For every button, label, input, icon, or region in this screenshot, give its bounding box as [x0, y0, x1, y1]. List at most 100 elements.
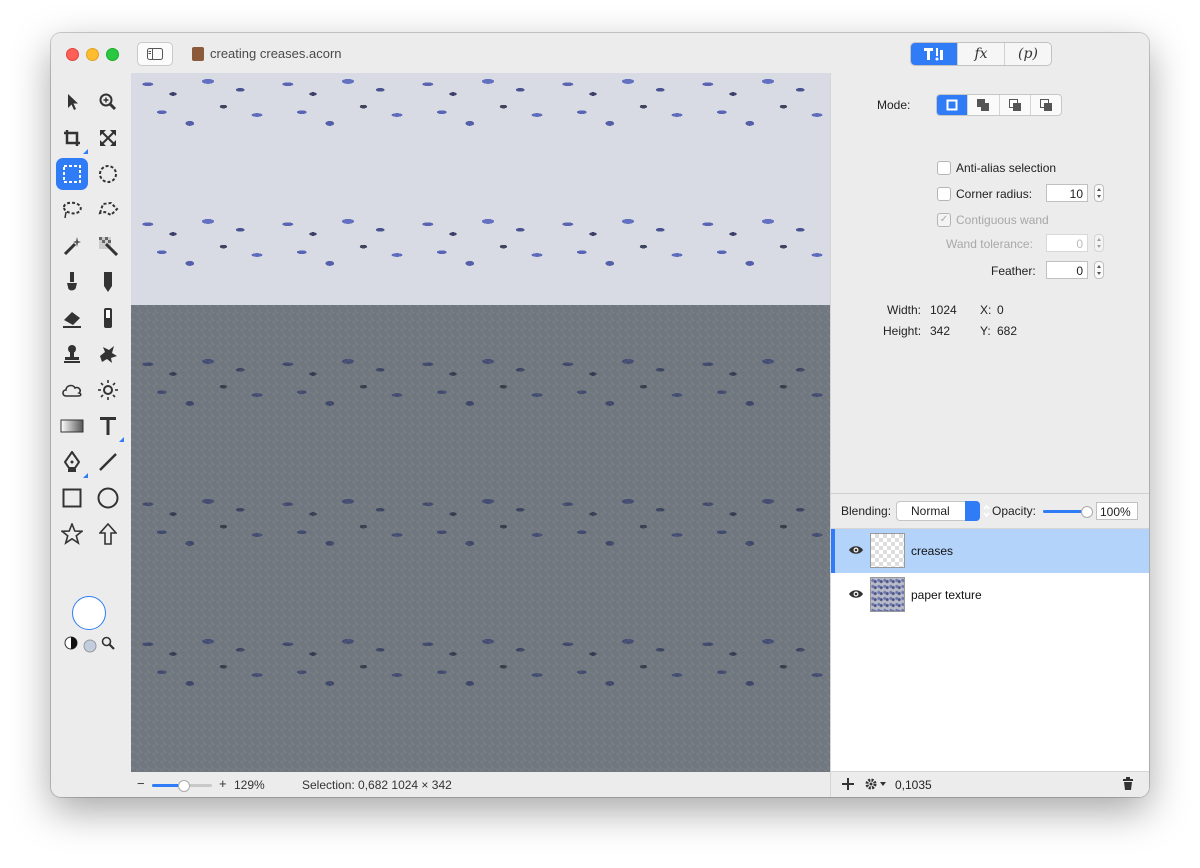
lasso-icon[interactable]	[58, 196, 86, 224]
color-wand-icon[interactable]	[94, 232, 122, 260]
contiguous-wand-checkbox[interactable]: ✓	[937, 213, 951, 227]
wand-tolerance-stepper[interactable]	[1094, 234, 1104, 252]
magic-wand-icon[interactable]	[58, 232, 86, 260]
document-icon	[192, 47, 204, 61]
line-icon[interactable]	[94, 448, 122, 476]
rect-marquee-icon[interactable]	[56, 158, 88, 190]
arrow-shape-icon[interactable]	[94, 520, 122, 548]
height-label: Height:	[883, 324, 922, 338]
color-picker-icon[interactable]	[101, 636, 115, 653]
tool-inspector: Mode: Anti-alias selection Corner radius…	[830, 73, 1149, 493]
antialias-label: Anti-alias selection	[956, 161, 1057, 175]
select-arrow-icon[interactable]	[58, 88, 86, 116]
clone-stamp-icon[interactable]	[58, 340, 86, 368]
text-icon[interactable]	[94, 412, 124, 442]
masked-area-overlay	[131, 305, 830, 772]
zoom-in-button[interactable]: +	[219, 776, 227, 791]
transform-icon[interactable]	[94, 124, 122, 152]
blending-label: Blending:	[841, 504, 892, 518]
foreground-color-swatch[interactable]	[72, 596, 106, 630]
gear-icon[interactable]	[864, 777, 888, 794]
pen-icon[interactable]	[58, 448, 88, 478]
eraser-icon[interactable]	[58, 304, 86, 332]
mode-new-icon[interactable]	[937, 95, 968, 115]
layer-row[interactable]: creases	[831, 529, 1149, 573]
crop-icon[interactable]	[58, 124, 88, 154]
minimize-window-button[interactable]	[86, 48, 99, 61]
x-value: 0	[997, 303, 1004, 317]
opacity-field[interactable]: 100%	[1096, 502, 1138, 520]
smudge-icon[interactable]	[94, 340, 122, 368]
zoom-out-button[interactable]: −	[137, 776, 145, 791]
layers-panel: Blending: Normal Opacity: 100% creases p…	[830, 493, 1149, 797]
pencil-icon[interactable]	[94, 268, 122, 296]
height-value: 342	[930, 324, 951, 338]
mode-label: Mode:	[877, 98, 911, 112]
antialias-checkbox[interactable]	[937, 161, 951, 175]
zoom-window-button[interactable]	[106, 48, 119, 61]
corner-radius-checkbox[interactable]	[937, 187, 951, 201]
mode-subtract-icon[interactable]	[998, 95, 1030, 115]
selection-indicator	[831, 529, 835, 573]
close-window-button[interactable]	[66, 48, 79, 61]
corner-radius-field[interactable]: 10	[1046, 184, 1088, 202]
fill-icon[interactable]	[94, 304, 122, 332]
width-label: Width:	[887, 303, 922, 317]
contiguous-wand-label: Contiguous wand	[956, 213, 1049, 227]
layer-name: paper texture	[911, 588, 982, 602]
y-label: Y:	[980, 324, 991, 338]
blending-select[interactable]: Normal	[896, 501, 990, 521]
cloud-icon[interactable]	[58, 376, 86, 404]
tab-effects[interactable]: fx	[957, 43, 1004, 65]
star-icon[interactable]	[58, 520, 86, 548]
wand-tolerance-label: Wand tolerance:	[946, 237, 1033, 251]
mode-intersect-icon[interactable]	[1029, 95, 1061, 115]
selection-region	[131, 73, 830, 305]
brush-icon[interactable]	[58, 268, 86, 296]
mode-add-icon[interactable]	[967, 95, 998, 115]
corner-radius-label: Corner radius:	[956, 187, 1033, 201]
toggle-sidebar-button[interactable]	[137, 42, 173, 66]
y-value: 682	[997, 324, 1018, 338]
feather-stepper[interactable]	[1094, 261, 1104, 279]
sidebar-icon	[147, 48, 163, 60]
eye-icon[interactable]	[848, 544, 864, 559]
add-layer-icon[interactable]	[841, 777, 855, 794]
feather-field[interactable]: 0	[1046, 261, 1088, 279]
tools-hammer-icon	[924, 48, 943, 61]
selection-mode-group	[936, 94, 1062, 116]
title-bar: creating creases.acorn fx (p)	[51, 33, 1149, 73]
sun-icon[interactable]	[94, 376, 122, 404]
swap-colors-icon[interactable]	[64, 636, 78, 653]
width-value: 1024	[930, 303, 957, 317]
x-label: X:	[980, 303, 992, 317]
wand-tolerance-field[interactable]: 0	[1046, 234, 1088, 252]
layers-header: Blending: Normal Opacity: 100%	[831, 494, 1149, 529]
opacity-slider[interactable]	[1043, 506, 1093, 518]
corner-radius-stepper[interactable]	[1094, 184, 1104, 202]
window-title: creating creases.acorn	[210, 46, 342, 61]
layer-row[interactable]: paper texture	[831, 573, 1149, 617]
selection-info: Selection: 0,682 1024 × 342	[302, 778, 452, 792]
zoom-slider[interactable]	[152, 780, 212, 792]
zoom-level: 129%	[234, 778, 265, 792]
layer-thumbnail	[870, 577, 905, 612]
layer-thumbnail	[870, 533, 905, 568]
feather-label: Feather:	[991, 264, 1036, 278]
gradient-icon[interactable]	[58, 412, 86, 440]
eye-icon[interactable]	[848, 588, 864, 603]
image-canvas[interactable]	[131, 73, 830, 772]
inspector-tab-group: fx (p)	[910, 42, 1052, 66]
zoom-in-icon[interactable]	[94, 88, 122, 116]
tab-tools[interactable]	[911, 43, 957, 65]
rectangle-icon[interactable]	[58, 484, 86, 512]
background-color-swatch[interactable]	[83, 639, 97, 656]
tool-palette	[51, 73, 131, 773]
tab-plugins[interactable]: (p)	[1004, 43, 1051, 65]
ellipse-marquee-icon[interactable]	[94, 160, 122, 188]
canvas-coordinates: 0,1035	[895, 778, 932, 792]
polygon-lasso-icon[interactable]	[94, 196, 122, 224]
circle-icon[interactable]	[94, 484, 122, 512]
chevron-updown-icon	[965, 501, 990, 521]
trash-icon[interactable]	[1122, 777, 1134, 794]
